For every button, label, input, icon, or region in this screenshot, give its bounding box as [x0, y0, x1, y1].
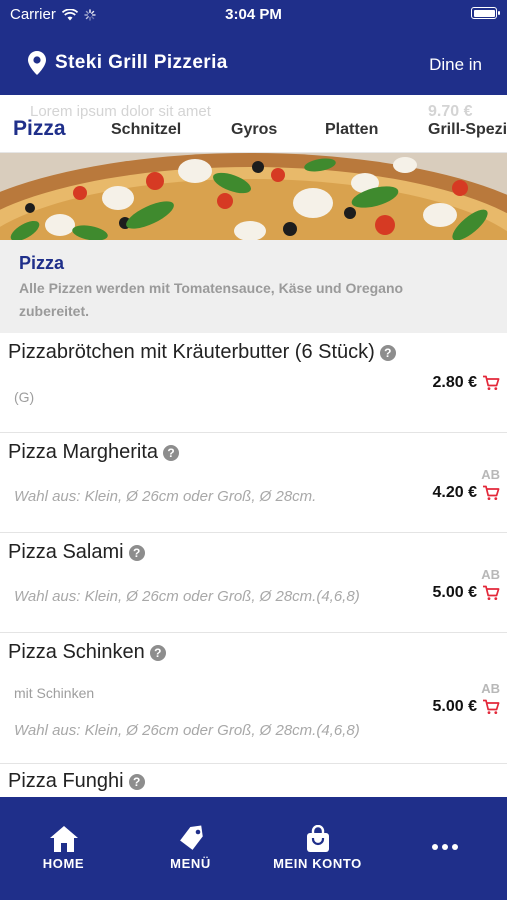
category-banner-image [0, 153, 507, 240]
item-description: mit Schinken [14, 685, 95, 701]
item-name: Pizza Salami [8, 541, 124, 563]
nav-home-label: HOME [42, 856, 85, 871]
add-to-cart-icon[interactable] [482, 585, 500, 601]
tab-platten[interactable]: Platten [325, 121, 378, 139]
more-icon [431, 844, 458, 850]
order-mode-button[interactable]: Dine in [429, 55, 482, 75]
tab-gyros[interactable]: Gyros [231, 121, 277, 139]
nav-home[interactable]: HOME [0, 797, 127, 900]
home-icon [49, 826, 78, 852]
menu-item[interactable]: Pizzabrötchen mit Kräuterbutter (6 Stück… [0, 333, 507, 433]
status-bar: Carrier 3:04 PM [0, 0, 507, 28]
nav-menu[interactable]: MENÜ [127, 797, 254, 900]
category-tabs: Lorem ipsum dolor sit amet 9.70 € Pizza … [0, 95, 507, 153]
item-name: Pizzabrötchen mit Kräuterbutter (6 Stück… [8, 341, 375, 363]
menu-item[interactable]: Pizza Funghi ? [0, 764, 507, 797]
category-info: Pizza Alle Pizzen werden mit Tomatensauc… [0, 240, 507, 333]
info-icon[interactable]: ? [128, 773, 145, 790]
info-icon[interactable]: ? [149, 644, 166, 661]
restaurant-title[interactable]: Steki Grill Pizzeria [55, 52, 228, 74]
nav-account[interactable]: MEIN KONTO [254, 797, 381, 900]
tag-icon [179, 825, 203, 850]
app-header: Steki Grill Pizzeria Dine in [0, 28, 507, 95]
info-icon[interactable]: ? [128, 544, 145, 561]
item-allergens: (G) [14, 389, 35, 405]
item-name: Pizza Funghi [8, 770, 124, 792]
add-to-cart-icon[interactable] [482, 375, 500, 391]
category-title: Pizza [19, 253, 65, 273]
price-from-label: AB [481, 567, 500, 582]
battery-icon [471, 7, 500, 19]
add-to-cart-icon[interactable] [482, 699, 500, 715]
menu-item[interactable]: Pizza Salami ? Wahl aus: Klein, Ø 26cm o… [0, 533, 507, 633]
nav-account-label: MEIN KONTO [273, 856, 362, 871]
menu-item[interactable]: Pizza Schinken ? mit Schinken Wahl aus: … [0, 633, 507, 764]
tab-pizza[interactable]: Pizza [13, 117, 66, 141]
item-price: 5.00 € [432, 584, 477, 601]
menu-item-list: Pizzabrötchen mit Kräuterbutter (6 Stück… [0, 333, 507, 797]
price-from-label: AB [481, 681, 500, 696]
info-icon[interactable]: ? [163, 444, 180, 461]
menu-item[interactable]: Pizza Margherita ? Wahl aus: Klein, Ø 26… [0, 433, 507, 533]
add-to-cart-icon[interactable] [482, 485, 500, 501]
shopping-bag-icon [306, 825, 329, 852]
item-price: 5.00 € [432, 698, 477, 715]
location-pin-icon[interactable] [28, 51, 46, 75]
item-note: Wahl aus: Klein, Ø 26cm oder Groß, Ø 28c… [14, 488, 317, 505]
item-price: 4.20 € [432, 484, 477, 501]
item-name: Pizza Schinken [8, 641, 145, 663]
bottom-tab-bar: HOME MENÜ MEIN KONTO [0, 797, 507, 900]
price-from-label: AB [481, 467, 500, 482]
status-time: 3:04 PM [225, 6, 282, 23]
tab-grill-spezialitaeten[interactable]: Grill-Spezi [428, 121, 507, 139]
item-name: Pizza Margherita [8, 441, 159, 463]
item-note: Wahl aus: Klein, Ø 26cm oder Groß, Ø 28c… [14, 588, 360, 605]
tab-schnitzel[interactable]: Schnitzel [111, 121, 181, 139]
background-ghost-price: 9.70 € [428, 103, 473, 120]
category-description: Alle Pizzen werden mit Tomatensauce, Käs… [19, 280, 404, 319]
nav-more[interactable] [381, 797, 507, 900]
item-price: 2.80 € [432, 374, 477, 391]
nav-menu-label: MENÜ [170, 856, 211, 871]
info-icon[interactable]: ? [379, 344, 396, 361]
item-note: Wahl aus: Klein, Ø 26cm oder Groß, Ø 28c… [14, 722, 360, 739]
